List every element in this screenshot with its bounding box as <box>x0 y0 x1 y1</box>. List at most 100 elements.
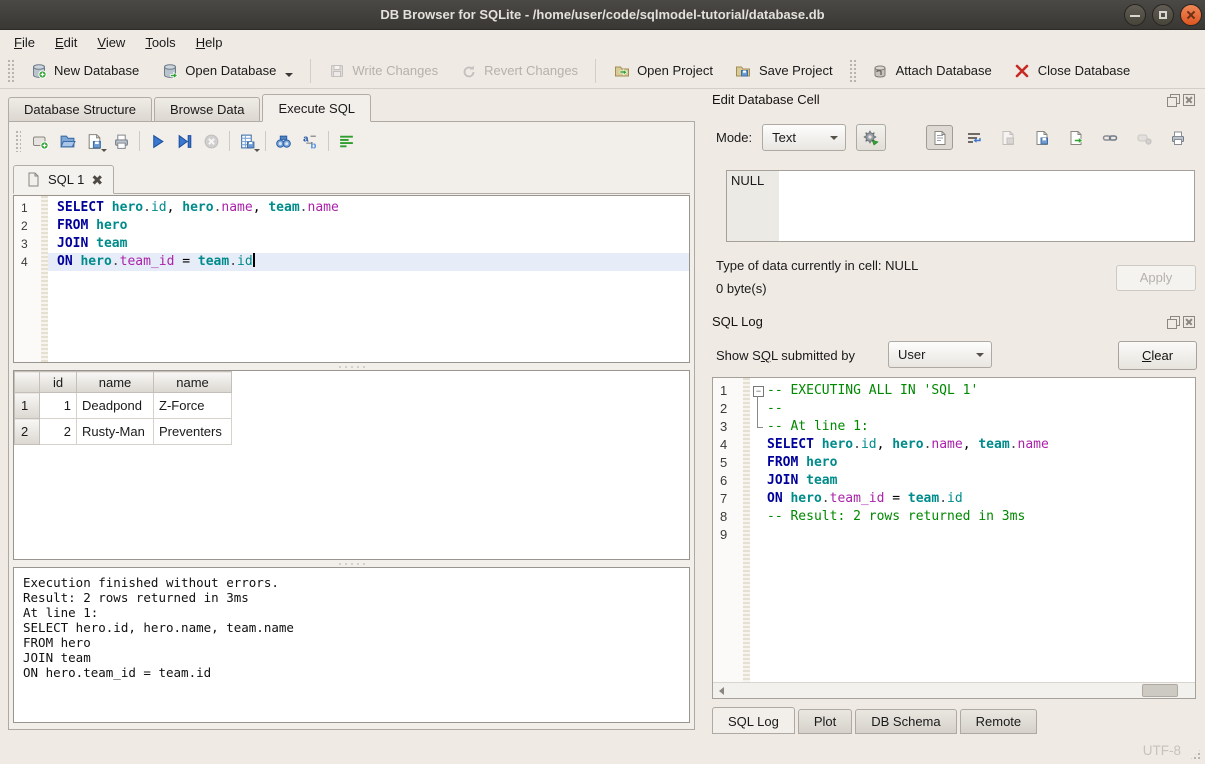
tab-execute-sql[interactable]: Execute SQL <box>262 94 371 122</box>
export-data-icon <box>1067 129 1084 146</box>
dock-tab-remote[interactable]: Remote <box>960 709 1038 734</box>
resize-grip[interactable] <box>1189 748 1202 761</box>
save-data-button[interactable] <box>1028 125 1055 150</box>
open-sql-file-button[interactable] <box>54 128 81 154</box>
execution-output[interactable]: Execution finished without errors.Result… <box>13 567 690 723</box>
execute-all-button[interactable] <box>144 128 171 154</box>
table-row[interactable]: 11DeadpondZ-Force <box>15 393 232 419</box>
find-button[interactable] <box>270 128 297 154</box>
scroll-left-arrow[interactable] <box>713 683 729 698</box>
toolbar-handle[interactable] <box>15 130 21 152</box>
cell-content-gutter: NULL <box>727 171 779 241</box>
log-code-area[interactable]: -- EXECUTING ALL IN 'SQL 1'---- At line … <box>767 378 1195 698</box>
toolbar-handle[interactable] <box>7 59 14 83</box>
log-line: ON hero.team_id = team.id <box>767 490 1195 508</box>
text-cursor <box>253 253 255 267</box>
scrollbar-thumb[interactable] <box>1142 684 1178 697</box>
table-cell[interactable]: Z-Force <box>154 393 232 419</box>
code-line[interactable]: ON hero.team_id = team.id <box>48 253 689 271</box>
export-data-button[interactable] <box>1062 125 1089 150</box>
export-results-button[interactable] <box>234 128 261 154</box>
table-cell[interactable]: 1 <box>40 393 77 419</box>
text-mode-button[interactable] <box>926 125 953 150</box>
table-row[interactable]: 22Rusty-ManPreventers <box>15 419 232 445</box>
cell-content-area[interactable] <box>779 171 1194 241</box>
new-sql-tab-icon <box>32 133 49 150</box>
code-line[interactable]: SELECT hero.id, hero.name, team.name <box>48 199 689 217</box>
word-wrap-button[interactable] <box>960 125 987 150</box>
menu-help[interactable]: Help <box>186 33 233 52</box>
table-cell[interactable]: Rusty-Man <box>77 419 154 445</box>
set-null-button <box>1130 125 1157 150</box>
column-header-id[interactable]: id <box>40 372 77 393</box>
new-database-button[interactable]: New Database <box>19 56 150 86</box>
cell-content-editor[interactable]: NULL <box>726 170 1195 242</box>
new-sql-tab-button[interactable] <box>27 128 54 154</box>
dock-tab-plot[interactable]: Plot <box>798 709 852 734</box>
find-icon <box>275 133 292 150</box>
dropdown-caret-icon[interactable] <box>254 149 260 152</box>
status-bar: UTF-8 <box>0 738 1205 764</box>
menu-view[interactable]: View <box>87 33 135 52</box>
corner-header-cell[interactable] <box>15 372 40 393</box>
execute-sql-panel: ab SQL 1 ✖ 1234 SELECT hero.id, hero.nam… <box>8 121 695 730</box>
dock-tab-db-schema[interactable]: DB Schema <box>855 709 956 734</box>
menu-file[interactable]: File <box>4 33 45 52</box>
sql-log-view[interactable]: 123456789 -- EXECUTING ALL IN 'SQL 1'---… <box>712 377 1196 699</box>
menu-edit[interactable]: Edit <box>45 33 87 52</box>
apply-settings-button[interactable] <box>856 124 886 151</box>
sql-editor[interactable]: 1234 SELECT hero.id, hero.name, team.nam… <box>13 195 690 363</box>
code-line[interactable]: FROM hero <box>48 217 689 235</box>
float-dock-icon[interactable] <box>1167 94 1179 106</box>
open-database-icon <box>161 62 178 79</box>
close-dock-icon[interactable] <box>1183 316 1195 328</box>
find-replace-button[interactable]: ab <box>297 128 324 154</box>
log-line: SELECT hero.id, hero.name, team.name <box>767 436 1195 454</box>
results-grid[interactable]: idnamename11DeadpondZ-Force22Rusty-ManPr… <box>13 370 690 560</box>
float-dock-icon[interactable] <box>1167 316 1179 328</box>
table-cell[interactable]: Deadpond <box>77 393 154 419</box>
sql-editor-tab[interactable]: SQL 1 ✖ <box>13 165 114 194</box>
log-filter-select[interactable]: User <box>888 341 992 368</box>
tab-database-structure[interactable]: Database Structure <box>8 97 152 122</box>
dropdown-caret-icon[interactable] <box>101 149 107 152</box>
print-sql-button[interactable] <box>108 128 135 154</box>
column-header-name[interactable]: name <box>77 372 154 393</box>
save-sql-file-button[interactable] <box>81 128 108 154</box>
dropdown-caret-icon[interactable] <box>285 73 293 77</box>
results-table[interactable]: idnamename11DeadpondZ-Force22Rusty-ManPr… <box>14 371 232 445</box>
print-cell-button[interactable] <box>1164 125 1191 150</box>
stop-execution-icon <box>203 133 220 150</box>
line-number: 1 <box>21 199 41 217</box>
open-database-button[interactable]: Open Database <box>150 56 304 86</box>
fold-cell <box>750 436 767 454</box>
dock-tab-sql-log[interactable]: SQL Log <box>712 707 795 734</box>
import-data-icon <box>999 129 1016 146</box>
clear-log-button[interactable]: Clear <box>1118 341 1197 370</box>
log-horizontal-scrollbar[interactable] <box>713 682 1195 698</box>
editor-code-area[interactable]: SELECT hero.id, hero.name, team.nameFROM… <box>48 196 689 362</box>
results-output-splitter[interactable] <box>13 560 690 567</box>
tab-browse-data[interactable]: Browse Data <box>154 97 260 122</box>
row-header[interactable]: 2 <box>15 419 40 445</box>
write-changes-icon <box>328 62 345 79</box>
line-number: 7 <box>720 490 743 508</box>
close-tab-icon[interactable]: ✖ <box>91 173 103 187</box>
code-line[interactable]: JOIN team <box>48 235 689 253</box>
menu-tools[interactable]: Tools <box>135 33 185 52</box>
main-tab-bar: Database StructureBrowse DataExecute SQL <box>8 94 373 122</box>
close-dock-icon[interactable] <box>1183 94 1195 106</box>
print-sql-icon <box>113 133 130 150</box>
editor-results-splitter[interactable] <box>13 363 690 370</box>
fold-marker[interactable] <box>750 382 767 400</box>
row-header[interactable]: 1 <box>15 393 40 419</box>
column-header-name[interactable]: name <box>154 372 232 393</box>
table-cell[interactable]: Preventers <box>154 419 232 445</box>
log-fold-margin[interactable] <box>750 378 767 698</box>
apply-button: Apply <box>1116 265 1196 291</box>
format-sql-button[interactable] <box>333 128 360 154</box>
table-cell[interactable]: 2 <box>40 419 77 445</box>
link-data-button[interactable] <box>1096 125 1123 150</box>
execute-line-button[interactable] <box>171 128 198 154</box>
mode-select[interactable]: Text <box>762 124 846 151</box>
